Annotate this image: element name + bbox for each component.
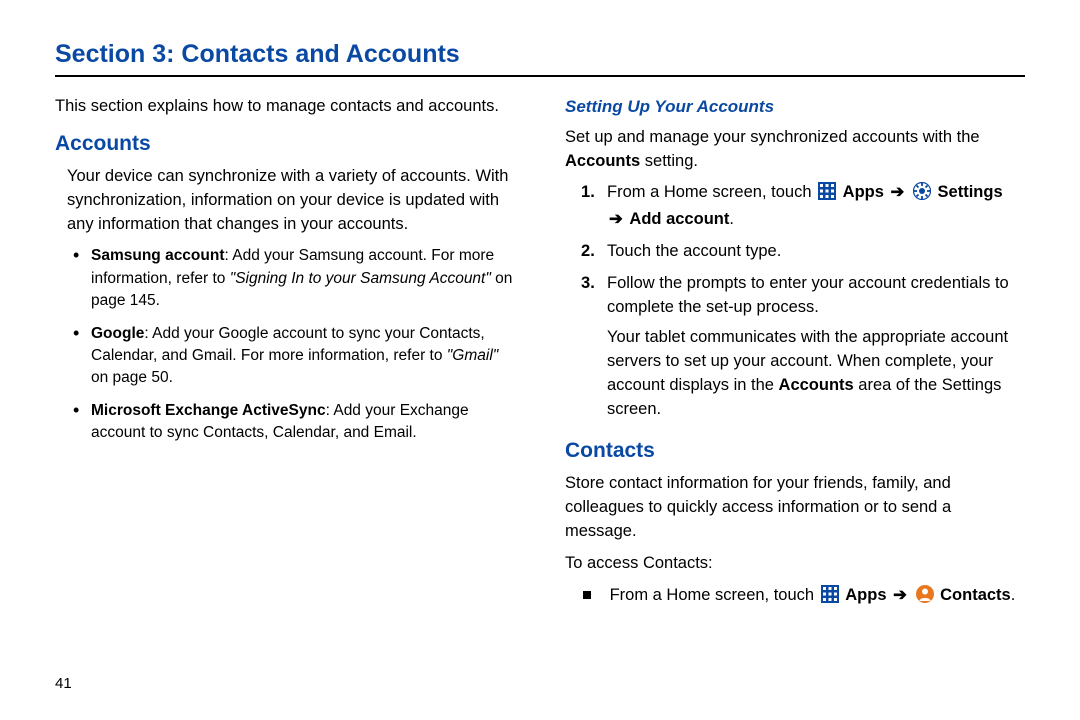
setting-up-heading: Setting Up Your Accounts xyxy=(565,95,1025,120)
setup-intro-b: Accounts xyxy=(565,152,640,170)
arrow-icon: ➔ xyxy=(889,183,907,201)
apps-label: Apps xyxy=(843,183,884,201)
contacts-label: Contacts xyxy=(940,586,1011,604)
bullet-lead: Samsung account xyxy=(91,247,225,264)
two-column-layout: This section explains how to manage cont… xyxy=(55,95,1025,611)
apps-grid-icon xyxy=(821,585,839,611)
bullet-google: Google: Add your Google account to sync … xyxy=(73,323,515,390)
accounts-heading: Accounts xyxy=(55,129,515,159)
apps-grid-icon xyxy=(818,182,836,208)
setup-intro: Set up and manage your synchronized acco… xyxy=(565,126,1025,174)
arrow-icon: ➔ xyxy=(607,210,625,228)
add-account-label: Add account xyxy=(629,210,729,228)
contacts-step: From a Home screen, touch Apps ➔ Contact… xyxy=(565,584,1025,611)
setup-steps: From a Home screen, touch Apps ➔ Setting… xyxy=(581,181,1025,421)
settings-label: Settings xyxy=(938,183,1003,201)
setup-intro-c: setting. xyxy=(640,152,698,170)
accounts-bullet-list: Samsung account: Add your Samsung accoun… xyxy=(73,245,515,445)
accounts-description: Your device can synchronize with a varie… xyxy=(67,165,515,237)
apps-label: Apps xyxy=(845,586,886,604)
bullet-text: : Add your Google account to sync your C… xyxy=(91,325,485,364)
bullet-ref: "Signing In to your Samsung Account" xyxy=(230,270,491,287)
right-column: Setting Up Your Accounts Set up and mana… xyxy=(565,95,1025,611)
bullet-lead: Microsoft Exchange ActiveSync xyxy=(91,402,326,419)
step-3: Follow the prompts to enter your account… xyxy=(581,272,1025,422)
contacts-description: Store contact information for your frien… xyxy=(565,472,1025,544)
step3-text: Follow the prompts to enter your account… xyxy=(607,272,1025,320)
page-number: 41 xyxy=(55,675,72,692)
contacts-person-icon xyxy=(916,585,934,611)
square-bullet-icon xyxy=(583,591,591,599)
bullet-samsung: Samsung account: Add your Samsung accoun… xyxy=(73,245,515,312)
arrow-icon: ➔ xyxy=(891,586,909,604)
step-2: Touch the account type. xyxy=(581,240,1025,264)
step-1: From a Home screen, touch Apps ➔ Setting… xyxy=(581,181,1025,232)
section-title: Section 3: Contacts and Accounts xyxy=(55,40,1025,77)
contacts-step-text: From a Home screen, touch xyxy=(610,586,819,604)
bullet-ref: "Gmail" xyxy=(447,347,498,364)
bullet-exchange: Microsoft Exchange ActiveSync: Add your … xyxy=(73,400,515,445)
step3-sub-b: Accounts xyxy=(779,376,854,394)
period: . xyxy=(729,210,734,228)
contacts-heading: Contacts xyxy=(565,436,1025,466)
bullet-lead: Google xyxy=(91,325,144,342)
bullet-tail: on page 50. xyxy=(91,369,173,386)
setup-intro-a: Set up and manage your synchronized acco… xyxy=(565,128,980,146)
step3-sub: Your tablet communicates with the approp… xyxy=(607,326,1025,422)
step1-text: From a Home screen, touch xyxy=(607,183,816,201)
settings-gear-icon xyxy=(913,182,931,208)
contacts-access: To access Contacts: xyxy=(565,552,1025,576)
period: . xyxy=(1011,586,1016,604)
intro-paragraph: This section explains how to manage cont… xyxy=(55,95,515,119)
left-column: This section explains how to manage cont… xyxy=(55,95,515,611)
